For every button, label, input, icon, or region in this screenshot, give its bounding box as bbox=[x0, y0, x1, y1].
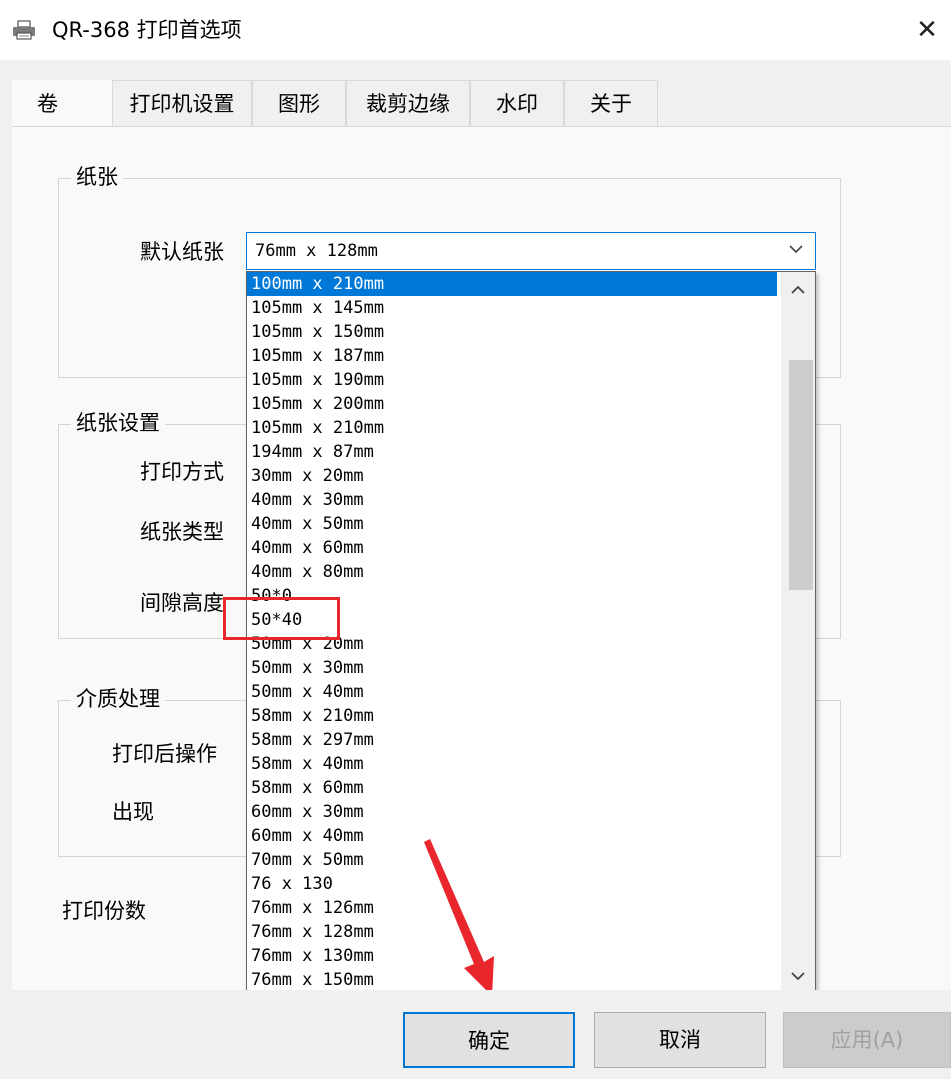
printer-icon bbox=[13, 20, 35, 40]
tab-strip: 卷 打印机设置 图形 裁剪边缘 水印 关于 bbox=[0, 80, 951, 128]
dropdown-option[interactable]: 58mm x 60mm bbox=[247, 776, 777, 800]
scrollbar-thumb[interactable] bbox=[789, 360, 813, 590]
dropdown-option[interactable]: 194mm x 87mm bbox=[247, 440, 777, 464]
tab-about[interactable]: 关于 bbox=[564, 80, 658, 126]
dropdown-option[interactable]: 76mm x 130mm bbox=[247, 944, 777, 968]
dropdown-option[interactable]: 60mm x 40mm bbox=[247, 824, 777, 848]
title-bar: QR-368 打印首选项 ✕ bbox=[0, 0, 951, 60]
copies-label: 打印份数 bbox=[62, 899, 146, 923]
close-button[interactable]: ✕ bbox=[903, 8, 951, 52]
dropdown-option[interactable]: 58mm x 40mm bbox=[247, 752, 777, 776]
dropdown-scrollbar[interactable] bbox=[781, 272, 815, 994]
paper-group-title: 纸张 bbox=[71, 163, 123, 191]
dropdown-option[interactable]: 58mm x 210mm bbox=[247, 704, 777, 728]
tab-watermark[interactable]: 水印 bbox=[470, 80, 564, 126]
dropdown-option[interactable]: 50mm x 30mm bbox=[247, 656, 777, 680]
dropdown-option[interactable]: 105mm x 210mm bbox=[247, 416, 777, 440]
dropdown-option[interactable]: 60mm x 30mm bbox=[247, 800, 777, 824]
dropdown-option[interactable]: 105mm x 150mm bbox=[247, 320, 777, 344]
dropdown-option[interactable]: 40mm x 60mm bbox=[247, 536, 777, 560]
dropdown-option[interactable]: 76mm x 128mm bbox=[247, 920, 777, 944]
paper-type-label: 纸张类型 bbox=[140, 520, 224, 544]
default-paper-combobox[interactable]: 76mm x 128mm bbox=[246, 232, 816, 270]
appear-label: 出现 bbox=[112, 800, 154, 824]
annotation-highlight-box bbox=[223, 597, 340, 640]
chevron-up-icon[interactable] bbox=[781, 278, 815, 302]
dropdown-option[interactable]: 105mm x 200mm bbox=[247, 392, 777, 416]
dropdown-option[interactable]: 70mm x 50mm bbox=[247, 848, 777, 872]
dropdown-option[interactable]: 40mm x 50mm bbox=[247, 512, 777, 536]
after-print-label: 打印后操作 bbox=[112, 742, 217, 766]
dropdown-option[interactable]: 40mm x 30mm bbox=[247, 488, 777, 512]
chevron-down-icon[interactable] bbox=[781, 964, 815, 988]
dropdown-option[interactable]: 58mm x 297mm bbox=[247, 728, 777, 752]
default-paper-value: 76mm x 128mm bbox=[255, 241, 378, 261]
apply-button[interactable]: 应用(A) bbox=[783, 1012, 951, 1068]
media-handling-group-title: 介质处理 bbox=[71, 685, 165, 713]
dropdown-option[interactable]: 76mm x 126mm bbox=[247, 896, 777, 920]
close-icon: ✕ bbox=[916, 15, 938, 45]
red-arrow-icon bbox=[424, 839, 494, 996]
dropdown-option[interactable]: 30mm x 20mm bbox=[247, 464, 777, 488]
dropdown-option[interactable]: 100mm x 210mm bbox=[247, 272, 777, 296]
chevron-down-icon bbox=[789, 245, 803, 254]
tab-printer-settings[interactable]: 打印机设置 bbox=[112, 80, 252, 126]
gap-height-label: 间隙高度 bbox=[140, 591, 224, 615]
tab-crop-edges[interactable]: 裁剪边缘 bbox=[346, 80, 470, 126]
dropdown-option[interactable]: 105mm x 145mm bbox=[247, 296, 777, 320]
tab-roll[interactable]: 卷 bbox=[12, 80, 112, 128]
window-title: QR-368 打印首选项 bbox=[52, 18, 242, 42]
print-mode-label: 打印方式 bbox=[140, 460, 224, 484]
default-paper-label: 默认纸张 bbox=[140, 240, 224, 264]
paper-settings-group-title: 纸张设置 bbox=[71, 409, 165, 437]
dropdown-option[interactable]: 40mm x 80mm bbox=[247, 560, 777, 584]
dropdown-option[interactable]: 50mm x 40mm bbox=[247, 680, 777, 704]
dropdown-option[interactable]: 76 x 130 bbox=[247, 872, 777, 896]
cancel-button[interactable]: 取消 bbox=[594, 1012, 766, 1068]
dropdown-option[interactable]: 76mm x 150mm bbox=[247, 968, 777, 992]
ok-button[interactable]: 确定 bbox=[403, 1012, 575, 1068]
dropdown-option[interactable]: 105mm x 190mm bbox=[247, 368, 777, 392]
tab-graphics[interactable]: 图形 bbox=[252, 80, 346, 126]
dropdown-option[interactable]: 105mm x 187mm bbox=[247, 344, 777, 368]
